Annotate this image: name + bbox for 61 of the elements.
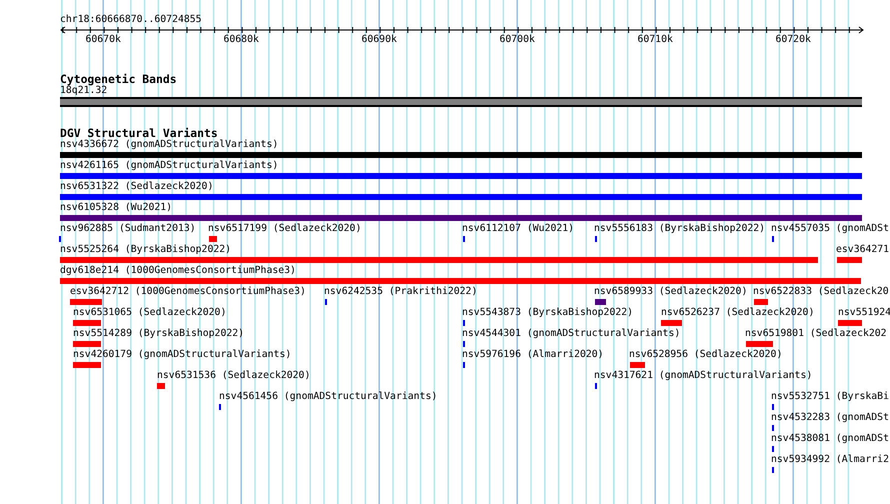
- variant-bar[interactable]: [73, 320, 101, 326]
- variant-bar[interactable]: [60, 152, 862, 158]
- variant-bar[interactable]: [70, 299, 102, 305]
- variant-bar[interactable]: [60, 257, 818, 263]
- location-label: chr18:60666870..60724855: [60, 14, 202, 25]
- variant-label: nsv962885 (Sudmant2013): [60, 223, 196, 234]
- variant-label: nsv4557035 (gnomADSt: [771, 223, 889, 234]
- variant-label: nsv4561456 (gnomADStructuralVariants): [219, 391, 438, 402]
- variant-label: nsv5543873 (ByrskaBishop2022): [462, 307, 634, 318]
- tick-label: 60690k: [362, 34, 397, 45]
- variant-bar[interactable]: [209, 236, 217, 242]
- band-label: 18q21.32: [60, 85, 108, 96]
- variant-label: nsv5532751 (ByrskaBi: [771, 391, 889, 402]
- variant-label: nsv4336672 (gnomADStructuralVariants): [60, 139, 278, 150]
- variant-label: nsv5525264 (ByrskaBishop2022): [60, 244, 232, 255]
- variant-label: esv364271: [836, 244, 890, 255]
- tick-label: 60720k: [776, 34, 811, 45]
- variant-label: nsv4317621 (gnomADStructuralVariants): [594, 370, 812, 381]
- variant-bar[interactable]: [595, 299, 606, 305]
- variant-label: nsv4538081 (gnomADSt: [771, 433, 889, 444]
- variant-label: nsv4260179 (gnomADStructuralVariants): [73, 349, 292, 360]
- variant-label: nsv5556183 (ByrskaBishop2022): [594, 223, 766, 234]
- variant-label: nsv6526237 (Sedlazeck2020): [661, 307, 814, 318]
- variant-bar[interactable]: [157, 383, 165, 389]
- variant-label: nsv6531536 (Sedlazeck2020): [157, 370, 310, 381]
- variant-bar[interactable]: [837, 257, 862, 263]
- variant-label: nsv5934992 (Almarri2: [771, 454, 889, 465]
- variant-label: dgv618e214 (1000GenomesConsortiumPhase3): [60, 265, 296, 276]
- variant-label: nsv4532283 (gnomADSt: [771, 412, 889, 423]
- variant-label: nsv6519801 (Sedlazeck202: [745, 328, 887, 339]
- variant-bar[interactable]: [60, 215, 862, 221]
- tick-label: 60670k: [86, 34, 121, 45]
- variant-label: nsv6531322 (Sedlazeck2020): [60, 181, 214, 192]
- variant-label: nsv6517199 (Sedlazeck2020): [208, 223, 362, 234]
- tick-label: 60680k: [224, 34, 259, 45]
- variant-label: nsv6522833 (Sedlazeck20: [753, 286, 889, 297]
- variant-label: nsv6105328 (Wu2021): [60, 202, 172, 213]
- variant-bar[interactable]: [60, 278, 861, 284]
- variant-bar[interactable]: [838, 320, 862, 326]
- variant-label: nsv6242535 (Prakrithi2022): [324, 286, 478, 297]
- variant-bar[interactable]: [60, 194, 862, 200]
- variant-bar[interactable]: [73, 341, 101, 347]
- variant-label: nsv5976196 (Almarri2020): [462, 349, 604, 360]
- variant-label: nsv6531065 (Sedlazeck2020): [73, 307, 226, 318]
- variant-bar[interactable]: [73, 362, 101, 368]
- tick-label: 60710k: [638, 34, 673, 45]
- variant-bar[interactable]: [630, 362, 645, 368]
- variant-bar[interactable]: [754, 299, 768, 305]
- track-title: DGV Structural Variants: [60, 127, 218, 139]
- variant-label: nsv6112107 (Wu2021): [462, 223, 574, 234]
- variant-label: nsv5514289 (ByrskaBishop2022): [73, 328, 244, 339]
- variant-label: nsv6589933 (Sedlazeck2020): [594, 286, 748, 297]
- variant-label: nsv4261165 (gnomADStructuralVariants): [60, 160, 278, 171]
- variant-bar[interactable]: [746, 341, 773, 347]
- variant-bar[interactable]: [60, 173, 862, 179]
- variant-label: nsv6528956 (Sedlazeck2020): [629, 349, 782, 360]
- track-title: Cytogenetic Bands: [60, 73, 177, 85]
- variant-bar[interactable]: [661, 320, 682, 326]
- variant-label: nsv4544301 (gnomADStructuralVariants): [462, 328, 680, 339]
- variant-label: esv3642712 (1000GenomesConsortiumPhase3): [70, 286, 306, 297]
- tick-label: 60700k: [500, 34, 535, 45]
